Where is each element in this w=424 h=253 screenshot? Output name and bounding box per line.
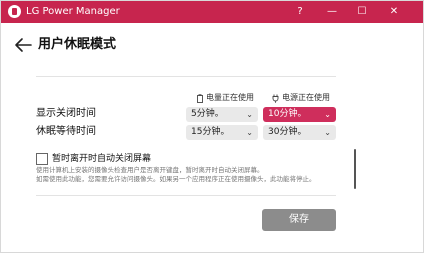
auto-lock-label: 暂时离开时自动关闭屏幕 — [52, 154, 152, 164]
close-icon[interactable]: ✕ — [383, 1, 405, 23]
battery-column-header: 电量正在使用 — [197, 93, 254, 103]
battery-column-label: 电量正在使用 — [206, 93, 254, 102]
chevron-down-icon: ⌄ — [246, 110, 253, 119]
page-title: 用户休眠模式 — [38, 37, 117, 52]
back-arrow-icon[interactable] — [14, 37, 32, 53]
help-icon[interactable]: ? — [289, 1, 311, 23]
footer-divider — [36, 195, 336, 196]
display-off-label: 显示关闭时间 — [36, 108, 96, 119]
window-title: LG Power Manager — [26, 6, 120, 17]
maximize-icon[interactable]: ☐ — [351, 1, 373, 23]
power-column-header: 电源正在使用 — [272, 93, 330, 103]
sleep-wait-power-select[interactable]: 30分钟。 ⌄ — [263, 125, 336, 140]
title-bar: LG Power Manager ? — ☐ ✕ — [1, 1, 423, 23]
save-button[interactable]: 保存 — [262, 209, 336, 231]
battery-icon — [197, 93, 203, 103]
sleep-wait-label: 休眠等待时间 — [36, 126, 96, 137]
sleep-wait-battery-value: 15分钟。 — [191, 127, 230, 137]
chevron-down-icon: ⌄ — [246, 128, 253, 137]
display-off-battery-value: 5分钟。 — [191, 109, 224, 119]
section-divider — [36, 76, 336, 77]
minimize-icon[interactable]: — — [321, 1, 343, 23]
auto-lock-description-line2: 如需使用此功能，您需要允许访问摄像头。如果另一个应用程序正在使用摄像头，此功能将… — [36, 175, 316, 183]
display-off-battery-select[interactable]: 5分钟。 ⌄ — [186, 107, 258, 122]
app-window: LG Power Manager ? — ☐ ✕ 用户休眠模式 电量正在使用 电… — [0, 0, 424, 253]
sleep-wait-power-value: 30分钟。 — [268, 127, 307, 137]
power-column-label: 电源正在使用 — [282, 93, 330, 102]
scrollbar[interactable] — [354, 149, 356, 189]
display-off-power-value: 10分钟。 — [268, 109, 307, 119]
sleep-wait-battery-select[interactable]: 15分钟。 ⌄ — [186, 125, 258, 140]
auto-lock-description-line1: 使用计算机上安装的摄像头检查用户是否离开键盘，暂时离开时自动关闭屏幕。 — [36, 166, 264, 174]
plug-icon — [272, 94, 279, 103]
lg-logo-icon — [8, 5, 21, 18]
auto-lock-checkbox[interactable] — [36, 153, 48, 165]
chevron-down-icon: ⌄ — [324, 128, 331, 137]
chevron-down-icon: ⌄ — [324, 110, 331, 119]
display-off-power-select[interactable]: 10分钟。 ⌄ — [263, 107, 336, 122]
